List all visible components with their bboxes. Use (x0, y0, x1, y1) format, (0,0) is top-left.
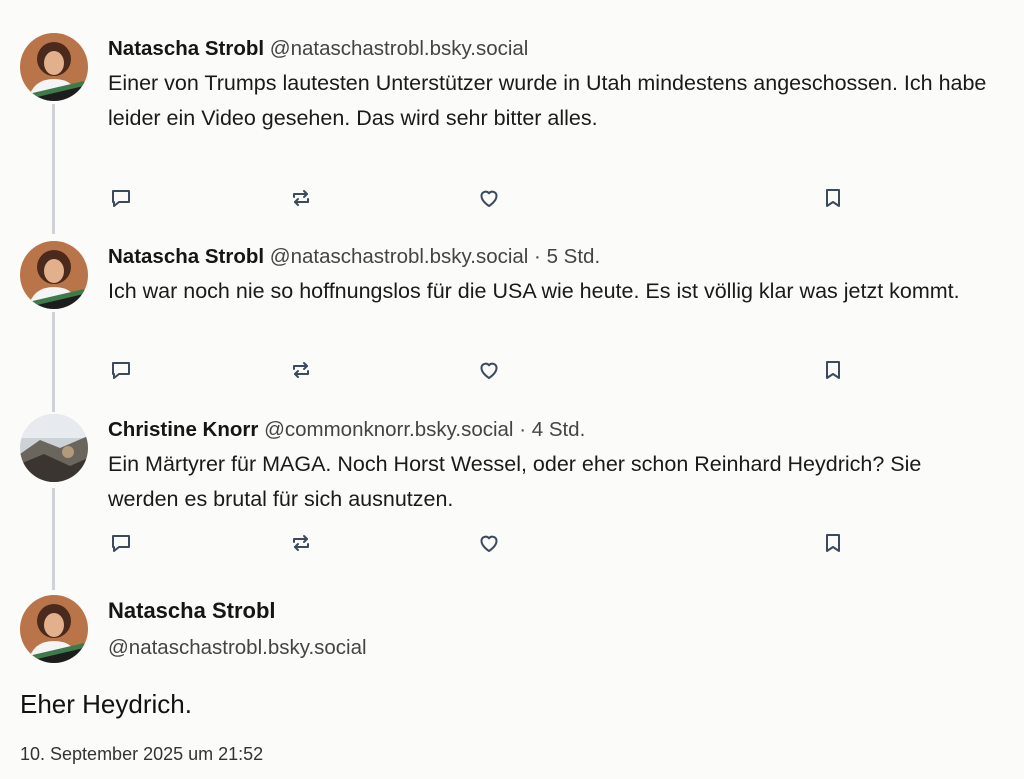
author-handle[interactable]: @nataschastrobl.bsky.social (270, 37, 529, 60)
avatar[interactable] (20, 33, 88, 101)
post-text: Einer von Trumps lautesten Unterstützer … (108, 71, 987, 130)
author-name[interactable]: Natascha Strobl (108, 37, 264, 60)
post-header: Natascha Strobl @nataschastrobl.bsky.soc… (108, 37, 528, 61)
author-name[interactable]: Natascha Strobl (108, 245, 264, 268)
post-meta: · 5 Std. (528, 245, 601, 268)
avatar[interactable] (20, 414, 88, 482)
bookmark-icon[interactable] (818, 183, 848, 213)
repost-icon[interactable] (286, 183, 316, 213)
post-text: Ein Märtyrer für MAGA. Noch Horst Wessel… (108, 452, 922, 511)
heart-icon[interactable] (474, 183, 504, 213)
reply-icon[interactable] (106, 528, 136, 558)
avatar[interactable] (20, 595, 88, 663)
post-3[interactable]: Christine Knorr @commonknorr.bsky.social… (0, 400, 1024, 575)
post-1[interactable]: Natascha Strobl @nataschastrobl.bsky.soc… (0, 0, 1024, 230)
post-timestamp: 10. September 2025 um 21:52 (20, 744, 264, 764)
post-header: Natascha Strobl @nataschastrobl.bsky.soc… (108, 245, 600, 269)
heart-icon[interactable] (474, 355, 504, 385)
bookmark-icon[interactable] (818, 528, 848, 558)
reply-icon[interactable] (106, 183, 136, 213)
main-post-text: Eher Heydrich. (20, 689, 192, 719)
reply-icon[interactable] (106, 355, 136, 385)
post-meta: · 4 Std. (513, 418, 586, 441)
repost-icon[interactable] (286, 355, 316, 385)
post-actions (0, 528, 1024, 558)
bookmark-icon[interactable] (818, 355, 848, 385)
repost-icon[interactable] (286, 528, 316, 558)
main-author-name[interactable]: Natascha Strobl (108, 598, 276, 624)
thread: Natascha Strobl @nataschastrobl.bsky.soc… (0, 0, 1024, 779)
author-handle[interactable]: @commonknorr.bsky.social (264, 418, 513, 441)
author-handle[interactable]: @nataschastrobl.bsky.social (270, 245, 529, 268)
avatar[interactable] (20, 241, 88, 309)
main-author-handle[interactable]: @nataschastrobl.bsky.social (108, 636, 367, 660)
post-actions (0, 355, 1024, 385)
post-header: Christine Knorr @commonknorr.bsky.social… (108, 418, 585, 442)
post-2[interactable]: Natascha Strobl @nataschastrobl.bsky.soc… (0, 230, 1024, 400)
author-name[interactable]: Christine Knorr (108, 418, 258, 441)
post-text: Ich war noch nie so hoffnungslos für die… (108, 279, 960, 303)
post-actions (0, 183, 1024, 213)
heart-icon[interactable] (474, 528, 504, 558)
